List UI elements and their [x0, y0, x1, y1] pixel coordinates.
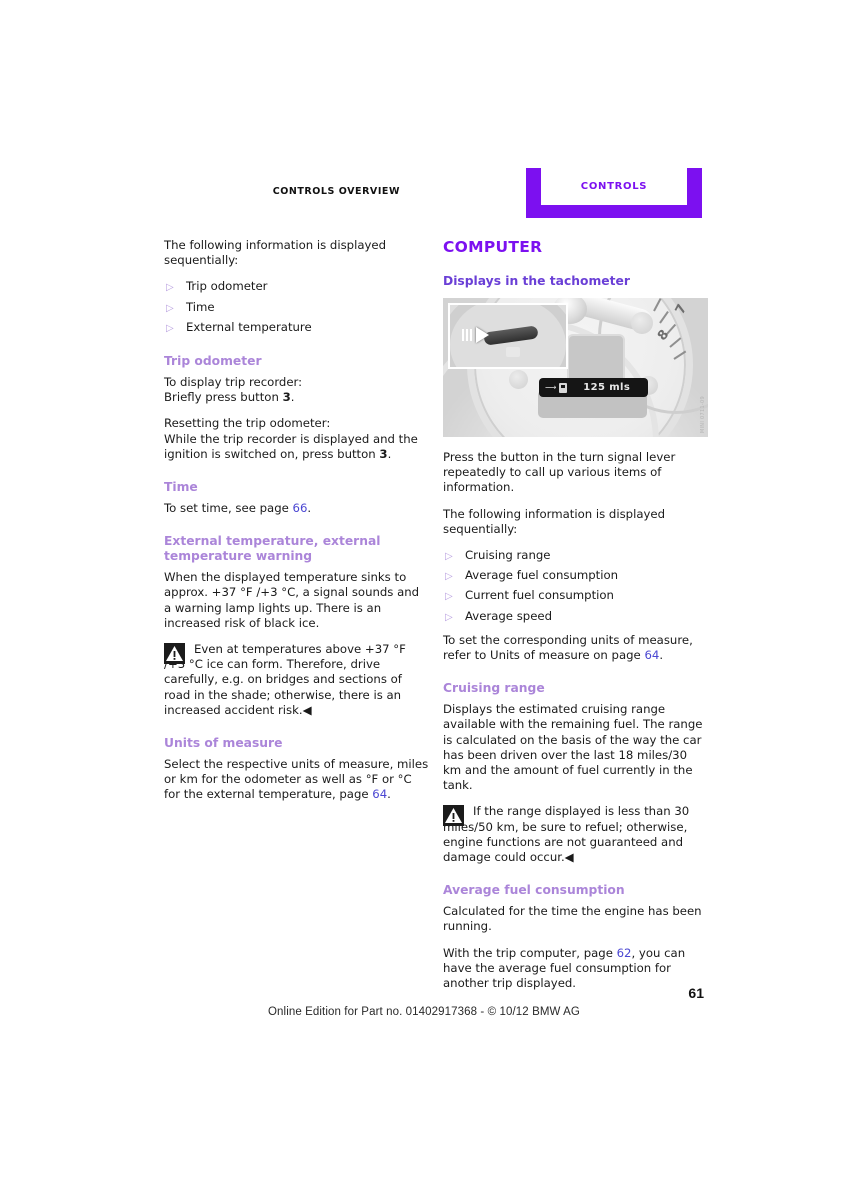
list-item-label: Trip odometer — [186, 279, 268, 294]
units-text-post: . — [387, 787, 391, 802]
warning-text-black-ice: Even at temperatures above +37 °F /+3 °C… — [164, 642, 406, 717]
list-item: ▷ Average speed — [443, 609, 708, 629]
page-footer: Online Edition for Part no. 01402917368 … — [0, 1000, 848, 1019]
warning-triangle-icon — [164, 643, 185, 665]
list-item: ▷ Cruising range — [443, 548, 708, 568]
tachometer-instruction-paragraph: Press the button in the turn signal leve… — [443, 450, 676, 495]
units-of-measure-paragraph: Select the respective units of measure, … — [164, 757, 429, 803]
warning-triangle-icon — [443, 805, 464, 827]
units-note-paragraph: To set the corresponding units of measur… — [443, 633, 708, 663]
list-item: ▷ Current fuel consumption — [443, 588, 708, 608]
intro-paragraph: The following information is displayed s… — [164, 238, 387, 268]
cruising-range-paragraph: Displays the estimated cruising range av… — [443, 702, 703, 793]
lever-stripes-icon — [462, 329, 474, 341]
heading-cruising-range: Cruising range — [443, 681, 545, 696]
trip-odometer-reset-line2: While the trip recorder is displayed and… — [164, 431, 418, 461]
heading-displays-in-tachometer: Displays in the tachometer — [443, 274, 630, 288]
external-temperature-paragraph: When the displayed temperature sinks to … — [164, 570, 420, 630]
chapter-tab-label: CONTROLS — [580, 181, 648, 192]
tachometer-figure: 7 8 ⟶ 125 mls MINI 0711-09 — [443, 298, 708, 437]
list-item: ▷ Trip odometer — [164, 279, 429, 299]
trip-odometer-reset-line1: Resetting the trip odometer: — [164, 416, 331, 431]
tachometer-scale — [648, 298, 704, 386]
time-text-post: . — [307, 501, 312, 516]
page-reference-66[interactable]: 66 — [293, 501, 308, 515]
triangle-bullet-icon: ▷ — [166, 322, 174, 334]
list-item-label: Average fuel consumption — [465, 568, 619, 583]
chapter-tab-controls: CONTROLS — [526, 168, 702, 218]
list-item-label: Time — [186, 299, 215, 314]
heading-trip-odometer: Trip odometer — [164, 354, 262, 369]
heading-units-of-measure: Units of measure — [164, 736, 283, 751]
page-number: 61 — [688, 985, 704, 1001]
triangle-bullet-icon: ▷ — [445, 551, 453, 563]
triangle-bullet-icon: ▷ — [445, 611, 453, 623]
manual-page: CONTROLS OVERVIEW CONTROLS The following… — [0, 0, 848, 1200]
triangle-bullet-icon: ▷ — [445, 571, 453, 583]
dial-knob-2 — [509, 370, 528, 389]
trip-odometer-line1: To display trip recorder: — [164, 375, 303, 390]
lcd-value: 125 mls — [583, 382, 631, 393]
page-reference-64-right[interactable]: 64 — [644, 648, 659, 662]
figure-watermark: MINI 0711-09 — [700, 395, 706, 433]
time-text-pre: To set time, see page — [164, 501, 293, 516]
page-title: COMPUTER — [443, 238, 543, 256]
intro-bullet-list: ▷ Trip odometer ▷ Time ▷ External temperatu… — [164, 279, 429, 340]
lever-button — [506, 347, 520, 357]
computer-bullet-list: ▷ Cruising range ▷ Average fuel consumptio… — [443, 548, 708, 629]
right-column: COMPUTER Displays in the tachometer 7 8 — [443, 238, 708, 1002]
warning-block-black-ice: Even at temperatures above +37 °F /+3 °C… — [164, 642, 429, 718]
list-item: ▷ Time — [164, 300, 429, 320]
warning-text-cruising-range: If the range displayed is less than 30 m… — [443, 804, 690, 865]
heading-average-fuel-consumption: Average fuel consumption — [443, 883, 625, 898]
units-note-post: . — [659, 648, 664, 663]
page-reference-64-left[interactable]: 64 — [372, 787, 387, 801]
average-fuel-paragraph: Calculated for the time the engine has b… — [443, 904, 702, 934]
fuel-pump-icon — [559, 382, 568, 393]
left-column: The following information is displayed s… — [164, 238, 429, 814]
page-header: CONTROLS OVERVIEW CONTROLS — [164, 168, 704, 220]
press-arrow-icon — [476, 327, 489, 343]
list-item: ▷ Average fuel consumption — [443, 568, 708, 588]
warning-block-cruising-range: If the range displayed is less than 30 m… — [443, 804, 708, 865]
list-item-label: Cruising range — [465, 548, 551, 563]
trip-odometer-line2: Briefly press button 3. — [164, 390, 295, 405]
heading-external-temperature: External temperature, external temperatu… — [164, 534, 381, 564]
tachometer-sequence-paragraph: The following information is displayed s… — [443, 506, 666, 536]
arrow-icon: ⟶ — [545, 383, 557, 392]
dial-knob-1 — [631, 312, 653, 334]
lever-detail-inset — [448, 303, 568, 369]
list-item-label: Average speed — [465, 608, 553, 623]
heading-time: Time — [164, 480, 198, 495]
chapter-overview-label: CONTROLS OVERVIEW — [272, 186, 400, 197]
trip-computer-pre: With the trip computer, page — [443, 945, 617, 960]
triangle-bullet-icon: ▷ — [445, 591, 453, 603]
footer-text: Online Edition for Part no. 01402917368 … — [268, 1006, 580, 1018]
list-item: ▷ External temperature — [164, 320, 429, 340]
triangle-bullet-icon: ▷ — [166, 302, 174, 314]
list-item-label: External temperature — [186, 319, 312, 334]
instrument-lcd-readout: ⟶ 125 mls — [539, 378, 648, 397]
list-item-label: Current fuel consumption — [465, 588, 614, 603]
time-paragraph: To set time, see page 66. — [164, 501, 429, 516]
triangle-bullet-icon: ▷ — [166, 282, 174, 294]
page-reference-62[interactable]: 62 — [617, 946, 632, 960]
